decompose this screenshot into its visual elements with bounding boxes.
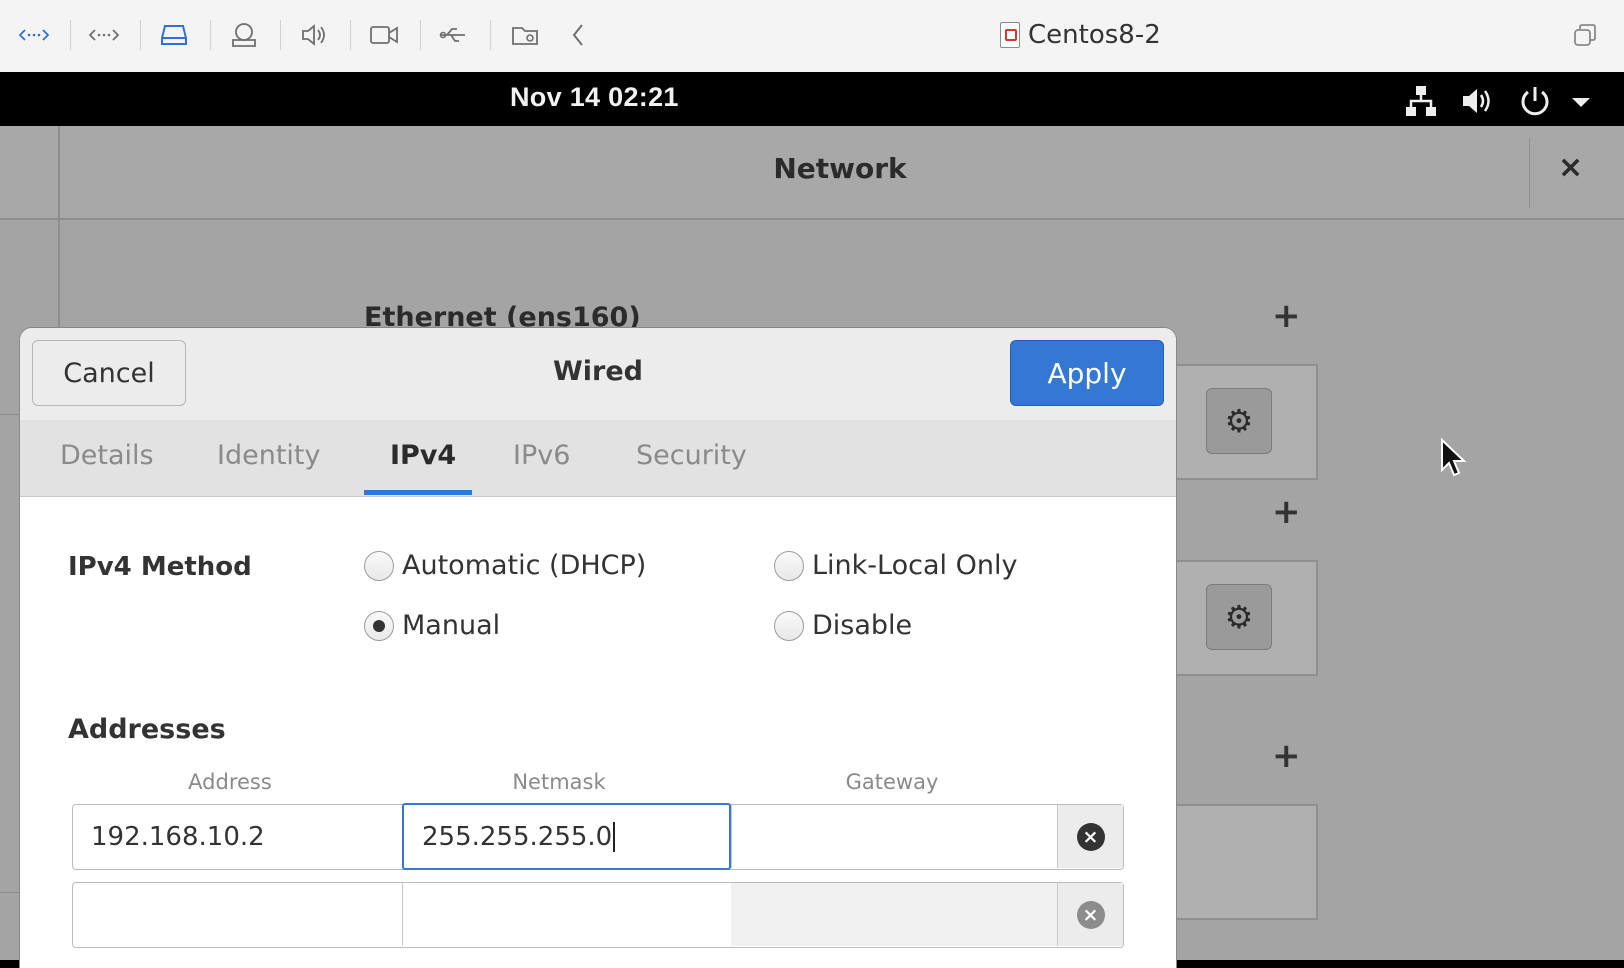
delete-icon: ×: [1076, 900, 1105, 929]
radio-label: Link-Local Only: [812, 550, 1018, 581]
netmask-field[interactable]: 255.255.255.0: [402, 803, 731, 870]
radio-disable[interactable]: Disable: [774, 610, 912, 641]
address-row: 192.168.10.2 255.255.255.0 ×: [72, 803, 1124, 870]
tab-bar: [20, 420, 1176, 497]
radio-button[interactable]: [774, 610, 804, 641]
gateway-field[interactable]: [731, 805, 1058, 868]
column-header-address: Address: [188, 770, 272, 794]
column-header-netmask: Netmask: [512, 770, 606, 794]
gnome-top-bar: Nov 14 02:21: [0, 72, 1624, 126]
add-vpn-button[interactable]: +: [1272, 492, 1301, 532]
radio-label: Disable: [812, 610, 913, 641]
volume-icon[interactable]: [1460, 84, 1494, 125]
tab-identity[interactable]: Identity: [217, 440, 320, 471]
gear-icon[interactable]: ⚙: [1206, 388, 1272, 454]
network-icon[interactable]: [1404, 84, 1438, 125]
delete-row-button[interactable]: ×: [1057, 883, 1123, 946]
clock[interactable]: Nov 14 02:21: [510, 82, 679, 113]
netmask-field[interactable]: [402, 883, 731, 946]
delete-icon: ×: [1076, 822, 1105, 851]
wired-dialog: Cancel Wired Apply Details Identity IPv4…: [20, 328, 1176, 968]
power-icon[interactable]: [1518, 84, 1552, 125]
address-row: ×: [72, 882, 1124, 948]
usb-icon[interactable]: [434, 18, 474, 52]
radio-label: Automatic (DHCP): [402, 550, 647, 581]
restore-window-icon[interactable]: [1572, 22, 1598, 48]
hard-disk-icon[interactable]: [154, 18, 194, 52]
delete-row-button[interactable]: ×: [1057, 805, 1123, 868]
address-field[interactable]: 192.168.10.2: [73, 805, 402, 868]
menu-arrow-icon[interactable]: [1570, 84, 1592, 125]
active-tab-indicator: [364, 490, 472, 495]
radio-button[interactable]: [364, 550, 394, 581]
tab-security[interactable]: Security: [636, 440, 747, 471]
code-right-icon[interactable]: [84, 18, 124, 52]
add-connection-button[interactable]: +: [1272, 296, 1301, 336]
shared-folder-icon[interactable]: [506, 18, 546, 52]
mouse-cursor-icon: [1441, 438, 1466, 477]
tab-ipv4[interactable]: IPv4: [390, 440, 456, 471]
text-caret: [613, 821, 616, 852]
code-left-icon[interactable]: [14, 18, 54, 52]
ipv4-method-label: IPv4 Method: [68, 552, 252, 582]
vm-document-icon: [1000, 22, 1020, 48]
tab-ipv6[interactable]: IPv6: [513, 440, 570, 471]
vm-window-title: Centos8-2: [1000, 18, 1161, 52]
apply-button[interactable]: Apply: [1010, 340, 1164, 406]
add-proxy-button[interactable]: +: [1272, 736, 1301, 776]
vm-toolbar: Centos8-2: [0, 0, 1624, 73]
gear-icon[interactable]: ⚙: [1206, 584, 1272, 650]
radio-button[interactable]: [774, 550, 804, 581]
radio-button[interactable]: [364, 610, 394, 641]
speaker-icon[interactable]: [294, 18, 334, 52]
radio-manual[interactable]: Manual: [364, 610, 500, 641]
close-icon[interactable]: ×: [1558, 150, 1583, 185]
gateway-field[interactable]: [731, 883, 1058, 946]
radio-automatic-dhcp[interactable]: Automatic (DHCP): [364, 550, 646, 581]
radio-label: Manual: [402, 610, 501, 641]
radio-link-local-only[interactable]: Link-Local Only: [774, 550, 1017, 581]
printer-icon[interactable]: [224, 18, 264, 52]
vm-title-text: Centos8-2: [1028, 20, 1161, 50]
netmask-value: 255.255.255.0: [422, 821, 613, 852]
camera-icon[interactable]: [364, 18, 404, 52]
settings-title: Network: [773, 152, 907, 185]
chevron-left-icon[interactable]: [558, 18, 598, 52]
address-field[interactable]: [73, 883, 402, 946]
dialog-title: Wired: [553, 356, 643, 387]
addresses-label: Addresses: [68, 714, 226, 745]
tab-details[interactable]: Details: [60, 440, 154, 471]
column-header-gateway: Gateway: [845, 770, 939, 794]
